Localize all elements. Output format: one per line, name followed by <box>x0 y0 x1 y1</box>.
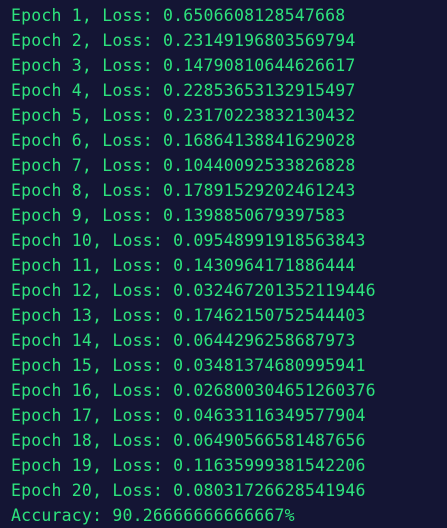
output-line-epoch-16: Epoch 16, Loss: 0.026800304651260376 <box>11 381 376 400</box>
output-line-epoch-6: Epoch 6, Loss: 0.16864138841629028 <box>11 131 356 150</box>
output-line-epoch-20: Epoch 20, Loss: 0.08031726628541946 <box>11 481 366 500</box>
output-line-epoch-7: Epoch 7, Loss: 0.10440092533826828 <box>11 156 356 175</box>
output-line-epoch-3: Epoch 3, Loss: 0.14790810644626617 <box>11 56 356 75</box>
output-line-epoch-17: Epoch 17, Loss: 0.04633116349577904 <box>11 406 366 425</box>
accuracy-line: Accuracy: 90.26666666666667% <box>11 506 295 525</box>
output-line-epoch-11: Epoch 11, Loss: 0.1430964171886444 <box>11 256 356 275</box>
output-line-epoch-10: Epoch 10, Loss: 0.09548991918563843 <box>11 231 366 250</box>
terminal-output: Epoch 1, Loss: 0.6506608128547668 Epoch … <box>0 0 447 525</box>
output-line-epoch-19: Epoch 19, Loss: 0.11635999381542206 <box>11 456 366 475</box>
output-line-epoch-4: Epoch 4, Loss: 0.22853653132915497 <box>11 81 356 100</box>
output-line-epoch-5: Epoch 5, Loss: 0.23170223832130432 <box>11 106 356 125</box>
output-line-epoch-15: Epoch 15, Loss: 0.03481374680995941 <box>11 356 366 375</box>
output-line-epoch-8: Epoch 8, Loss: 0.17891529202461243 <box>11 181 356 200</box>
output-line-epoch-2: Epoch 2, Loss: 0.23149196803569794 <box>11 31 356 50</box>
output-line-epoch-13: Epoch 13, Loss: 0.17462150752544403 <box>11 306 366 325</box>
output-line-epoch-14: Epoch 14, Loss: 0.0644296258687973 <box>11 331 356 350</box>
output-line-epoch-18: Epoch 18, Loss: 0.06490566581487656 <box>11 431 366 450</box>
output-line-epoch-9: Epoch 9, Loss: 0.1398850679397583 <box>11 206 346 225</box>
output-line-epoch-1: Epoch 1, Loss: 0.6506608128547668 <box>11 6 346 25</box>
output-line-epoch-12: Epoch 12, Loss: 0.032467201352119446 <box>11 281 376 300</box>
